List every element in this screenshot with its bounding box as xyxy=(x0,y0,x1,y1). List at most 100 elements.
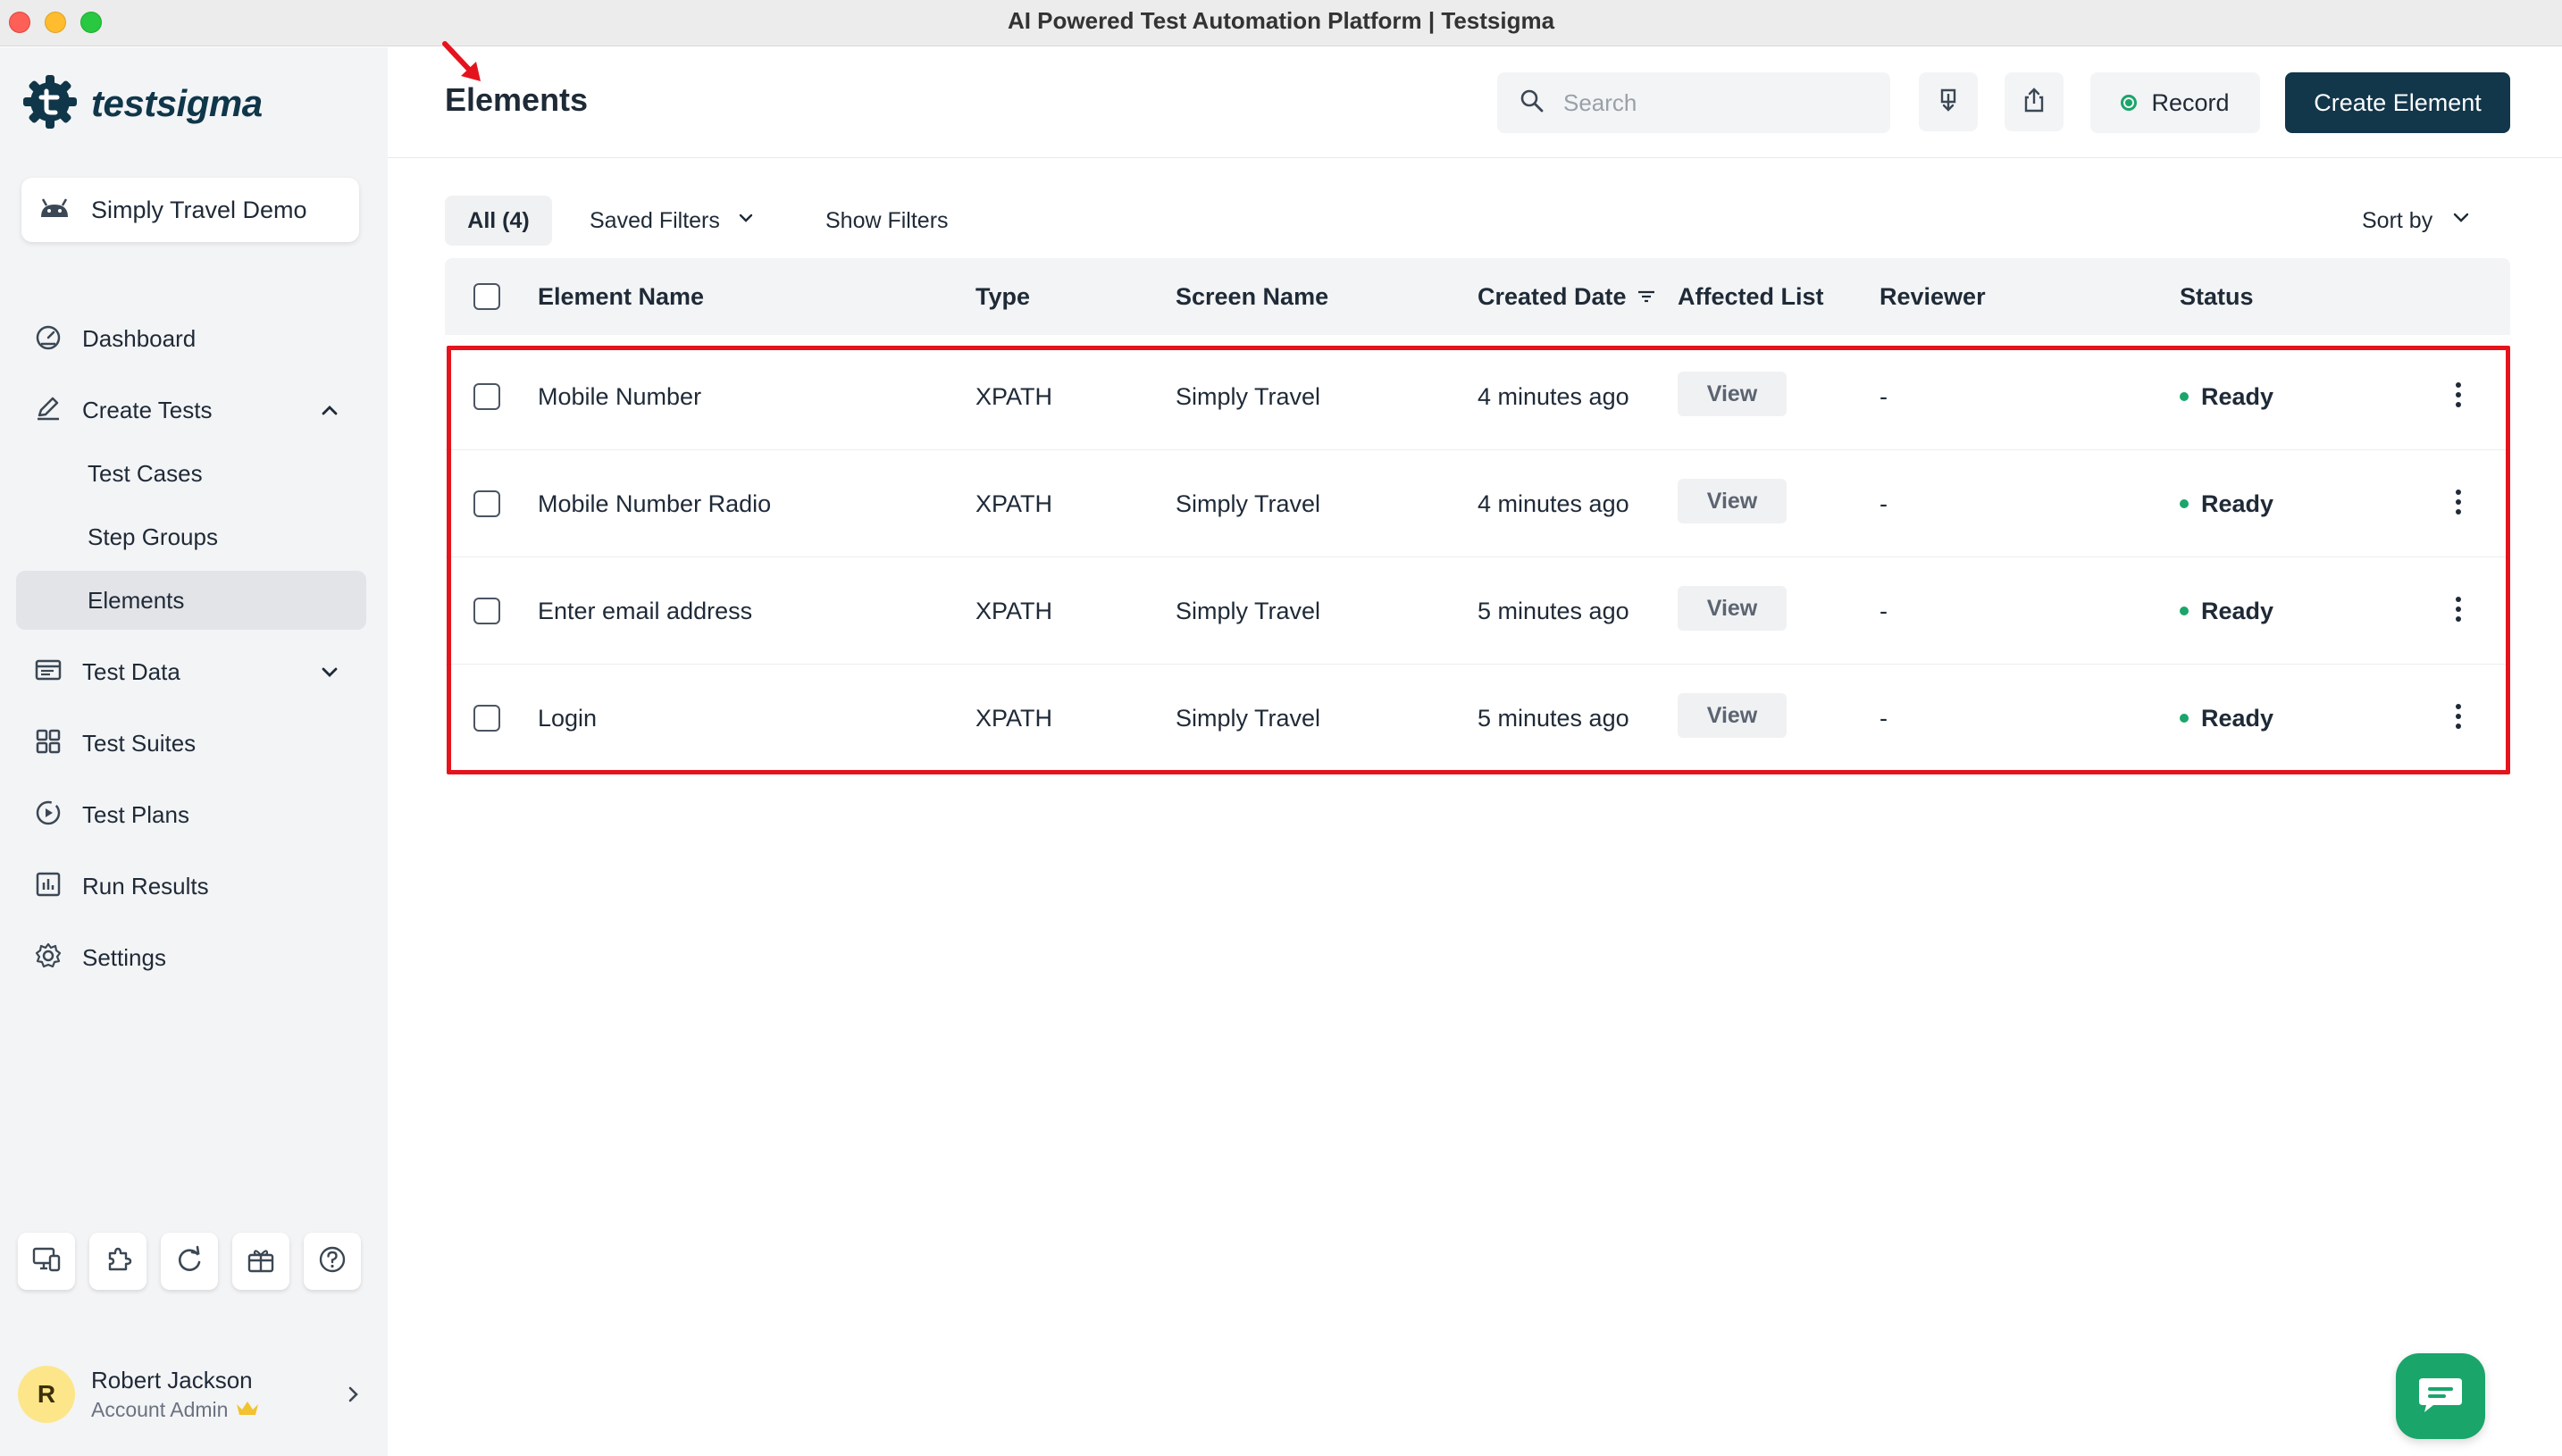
help-tool-button[interactable] xyxy=(304,1233,361,1290)
column-header-screen-name[interactable]: Screen Name xyxy=(1176,258,1328,335)
grid-icon xyxy=(34,727,63,760)
share-upload-icon xyxy=(2021,87,2047,118)
window-title: AI Powered Test Automation Platform | Te… xyxy=(1007,7,1555,34)
more-options-icon[interactable] xyxy=(2445,700,2472,732)
sort-by-label: Sort by xyxy=(2362,207,2433,233)
android-icon xyxy=(39,197,70,223)
create-element-button[interactable]: Create Element xyxy=(2285,72,2510,133)
avatar: R xyxy=(18,1366,75,1423)
user-profile[interactable]: R Robert Jackson Account Admin xyxy=(18,1350,370,1439)
status-badge: Ready xyxy=(2180,665,2273,772)
chevron-down-icon[interactable] xyxy=(318,660,341,688)
row-checkbox[interactable] xyxy=(473,705,500,732)
screen-name: Simply Travel xyxy=(1176,704,1321,732)
database-icon xyxy=(34,656,63,689)
sync-tool-button[interactable] xyxy=(161,1233,218,1290)
column-header-created-date[interactable]: Created Date xyxy=(1478,258,1657,335)
row-checkbox[interactable] xyxy=(473,598,500,624)
show-filters-button[interactable]: Show Filters xyxy=(825,196,949,246)
column-header-affected-list[interactable]: Affected List xyxy=(1678,258,1824,335)
column-header-status[interactable]: Status xyxy=(2180,258,2254,335)
brand-name: testsigma xyxy=(91,82,263,124)
brand-logo[interactable]: testsigma xyxy=(21,72,263,135)
element-name[interactable]: Enter email address xyxy=(538,557,752,665)
chevron-down-icon xyxy=(2450,207,2472,235)
status-label: Ready xyxy=(2201,704,2274,732)
select-all-checkbox[interactable] xyxy=(473,283,500,310)
user-name: Robert Jackson xyxy=(91,1367,253,1393)
chat-support-button[interactable] xyxy=(2396,1353,2485,1439)
status-label: Ready xyxy=(2201,490,2274,517)
element-name[interactable]: Login xyxy=(538,665,597,772)
record-button[interactable]: Record xyxy=(2090,72,2260,133)
search-icon xyxy=(1519,88,1545,119)
whats-new-tool-button[interactable] xyxy=(232,1233,289,1290)
crown-icon xyxy=(235,1398,260,1422)
tab-all[interactable]: All (4) xyxy=(445,196,552,246)
more-options-icon[interactable] xyxy=(2445,379,2472,411)
sidebar-item-test-suites[interactable]: Test Suites xyxy=(16,714,366,773)
element-name[interactable]: Mobile Number Radio xyxy=(538,450,771,557)
addons-tool-button[interactable] xyxy=(89,1233,147,1290)
chevron-up-icon[interactable] xyxy=(318,398,341,426)
user-role-row: Account Admin xyxy=(91,1398,260,1422)
sort-by-dropdown[interactable]: Sort by xyxy=(2362,196,2472,246)
row-checkbox[interactable] xyxy=(473,383,500,410)
more-options-icon[interactable] xyxy=(2445,486,2472,518)
status-dot-icon xyxy=(2180,714,2189,723)
screen-name: Simply Travel xyxy=(1176,597,1321,624)
saved-filters-dropdown[interactable]: Saved Filters xyxy=(590,196,756,246)
chevron-down-icon xyxy=(736,208,756,234)
status-dot-icon xyxy=(2180,607,2189,615)
sidebar-item-test-cases[interactable]: Test Cases xyxy=(16,444,366,503)
sidebar-item-elements[interactable]: Elements xyxy=(16,571,366,630)
play-circle-icon xyxy=(34,799,63,832)
sidebar-item-settings[interactable]: Settings xyxy=(16,928,366,987)
sort-filter-icon[interactable] xyxy=(1636,286,1657,307)
table-row[interactable]: Mobile Number XPATH Simply Travel 4 minu… xyxy=(445,343,2510,450)
row-checkbox[interactable] xyxy=(473,490,500,517)
view-affected-list-button[interactable]: View xyxy=(1678,693,1787,738)
sidebar-item-test-data[interactable]: Test Data xyxy=(16,642,366,701)
gear-icon xyxy=(34,941,63,975)
sidebar-item-test-plans[interactable]: Test Plans xyxy=(16,785,366,844)
column-header-type[interactable]: Type xyxy=(975,258,1030,335)
sidebar-item-label: Settings xyxy=(82,943,166,971)
record-label: Record xyxy=(2151,88,2230,116)
view-affected-list-button[interactable]: View xyxy=(1678,586,1787,631)
sidebar-item-dashboard[interactable]: Dashboard xyxy=(16,309,366,368)
user-info: Robert Jackson Account Admin xyxy=(91,1367,260,1422)
more-options-icon[interactable] xyxy=(2445,593,2472,625)
desktop-tool-button[interactable] xyxy=(18,1233,75,1290)
column-header-element-name[interactable]: Element Name xyxy=(538,258,704,335)
reviewer: - xyxy=(1880,704,1888,732)
export-button[interactable] xyxy=(2005,72,2064,131)
reviewer: - xyxy=(1880,490,1888,517)
created-date-label: Created Date xyxy=(1478,283,1627,310)
desktop-icon xyxy=(31,1244,62,1279)
window-titlebar: AI Powered Test Automation Platform | Te… xyxy=(0,0,2562,46)
dashboard-icon xyxy=(34,322,63,356)
screen-name: Simply Travel xyxy=(1176,382,1321,410)
table-row[interactable]: Mobile Number Radio XPATH Simply Travel … xyxy=(445,450,2510,557)
table-row[interactable]: Enter email address XPATH Simply Travel … xyxy=(445,557,2510,665)
view-affected-list-button[interactable]: View xyxy=(1678,372,1787,416)
element-type: XPATH xyxy=(975,597,1053,624)
project-selector[interactable]: Simply Travel Demo xyxy=(21,178,359,242)
table-row[interactable]: Login XPATH Simply Travel 5 minutes ago … xyxy=(445,665,2510,772)
created-date: 5 minutes ago xyxy=(1478,704,1629,732)
element-name[interactable]: Mobile Number xyxy=(538,343,701,450)
search-box[interactable] xyxy=(1497,72,1890,133)
sidebar-item-step-groups[interactable]: Step Groups xyxy=(16,507,366,566)
chevron-right-icon[interactable] xyxy=(345,1384,363,1410)
view-affected-list-button[interactable]: View xyxy=(1678,479,1787,523)
page-title: Elements xyxy=(445,81,589,118)
user-role: Account Admin xyxy=(91,1398,229,1421)
sidebar-item-run-results[interactable]: Run Results xyxy=(16,857,366,916)
column-header-reviewer[interactable]: Reviewer xyxy=(1880,258,1986,335)
search-input[interactable] xyxy=(1563,88,1885,117)
sidebar-item-label: Create Tests xyxy=(82,396,213,423)
import-button[interactable] xyxy=(1919,72,1978,131)
sidebar-item-create-tests[interactable]: Create Tests xyxy=(16,381,366,439)
sidebar-item-label: Test Data xyxy=(82,657,180,685)
